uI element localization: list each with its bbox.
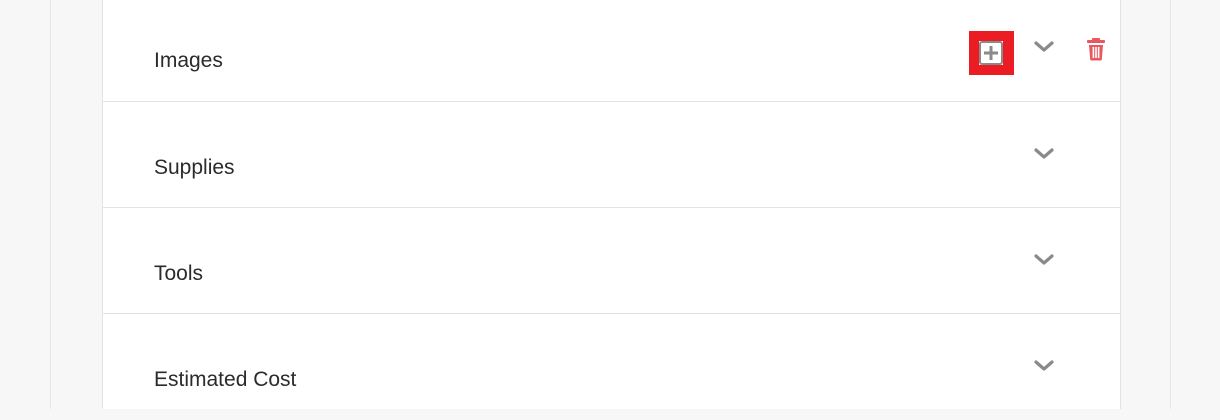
chevron-down-icon[interactable] bbox=[1032, 35, 1056, 59]
plus-square-icon bbox=[979, 41, 1003, 65]
accordion-card: Images Supplies Tools Estimated Cost bbox=[102, 0, 1121, 409]
section-title-images: Images bbox=[154, 49, 223, 72]
section-estimated-cost: Estimated Cost bbox=[103, 314, 1120, 420]
section-title-supplies: Supplies bbox=[154, 156, 235, 179]
trash-icon[interactable] bbox=[1086, 37, 1106, 61]
section-tools: Tools bbox=[103, 208, 1120, 314]
add-image-button[interactable] bbox=[969, 31, 1014, 75]
section-images: Images bbox=[103, 0, 1120, 102]
chevron-down-icon[interactable] bbox=[1032, 142, 1056, 166]
section-title-tools: Tools bbox=[154, 262, 204, 285]
section-title-estimated-cost: Estimated Cost bbox=[154, 368, 297, 391]
chevron-down-icon[interactable] bbox=[1032, 354, 1056, 378]
chevron-down-icon[interactable] bbox=[1032, 248, 1056, 272]
section-supplies: Supplies bbox=[103, 102, 1120, 208]
